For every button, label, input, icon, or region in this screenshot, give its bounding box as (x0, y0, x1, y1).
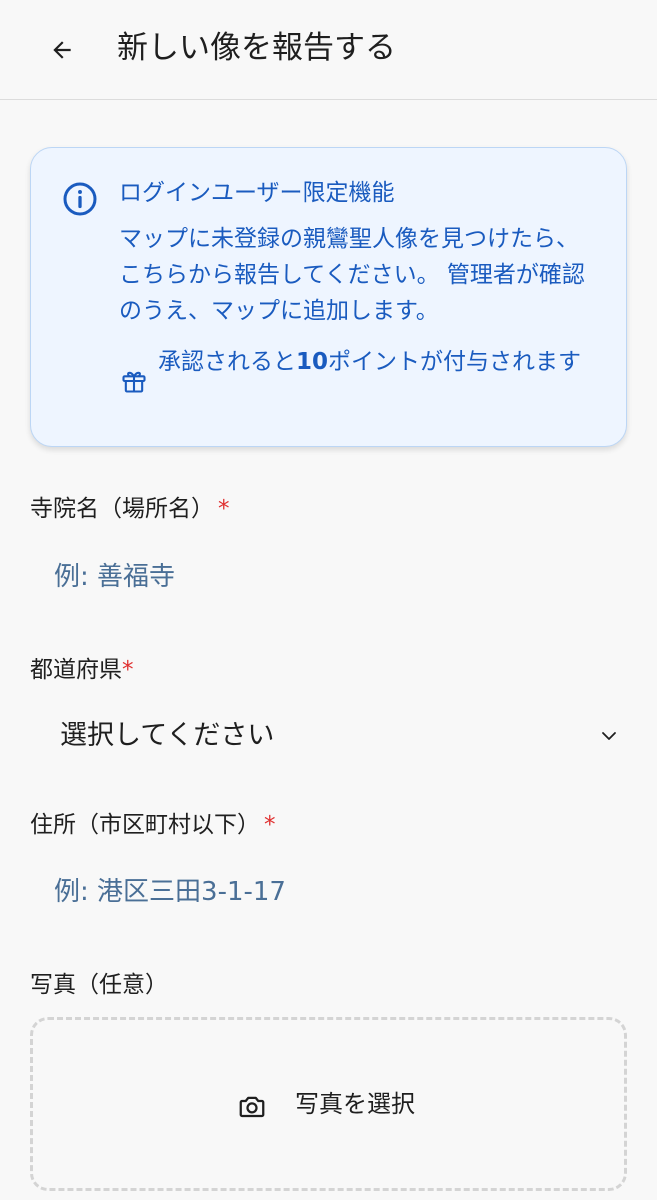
address-label-text: 住所（市区町村以下） (30, 812, 260, 838)
info-title: ログインユーザー限定機能 (119, 180, 395, 206)
back-button[interactable] (40, 28, 84, 72)
prefecture-select-value: 選択してください (60, 720, 275, 751)
address-label: 住所（市区町村以下） * (30, 808, 276, 842)
temple-name-label: 寺院名（場所名） * (30, 492, 230, 526)
prefecture-label-text: 都道府県 (30, 657, 122, 683)
required-mark: * (122, 657, 134, 683)
gift-icon (122, 371, 146, 393)
info-card: ログインユーザー限定機能 マップに未登録の親鸞聖人像を見つけたら、こちらから報告… (30, 147, 627, 447)
photo-label: 写真（任意） (30, 972, 168, 998)
prefecture-label: 都道府県* (30, 653, 134, 687)
chevron-down-icon (602, 732, 616, 740)
reward-suffix: ポイントが付与されます (328, 349, 582, 375)
temple-name-label-text: 寺院名（場所名） (30, 496, 214, 522)
camera-icon (239, 1096, 265, 1118)
photo-select-label: 写真を選択 (295, 1090, 415, 1118)
info-circle-icon (63, 182, 97, 216)
photo-select-button[interactable]: 写真を選択 (30, 1017, 627, 1191)
required-mark: * (218, 496, 230, 522)
temple-name-input[interactable] (30, 547, 627, 607)
reward-points: 10 (296, 349, 329, 375)
app-bar: 新しい像を報告する (0, 0, 657, 100)
address-input[interactable] (30, 862, 627, 922)
arrow-left-icon (53, 41, 71, 59)
required-mark: * (264, 812, 276, 838)
prefecture-select[interactable]: 選択してください (30, 706, 627, 766)
reward-prefix: 承認されると (158, 349, 296, 375)
reward-text: 承認されると10ポイントが付与されます (158, 344, 608, 380)
info-body: マップに未登録の親鸞聖人像を見つけたら、こちらから報告してください。 管理者が確… (119, 226, 585, 324)
page-title: 新しい像を報告する (117, 30, 396, 66)
